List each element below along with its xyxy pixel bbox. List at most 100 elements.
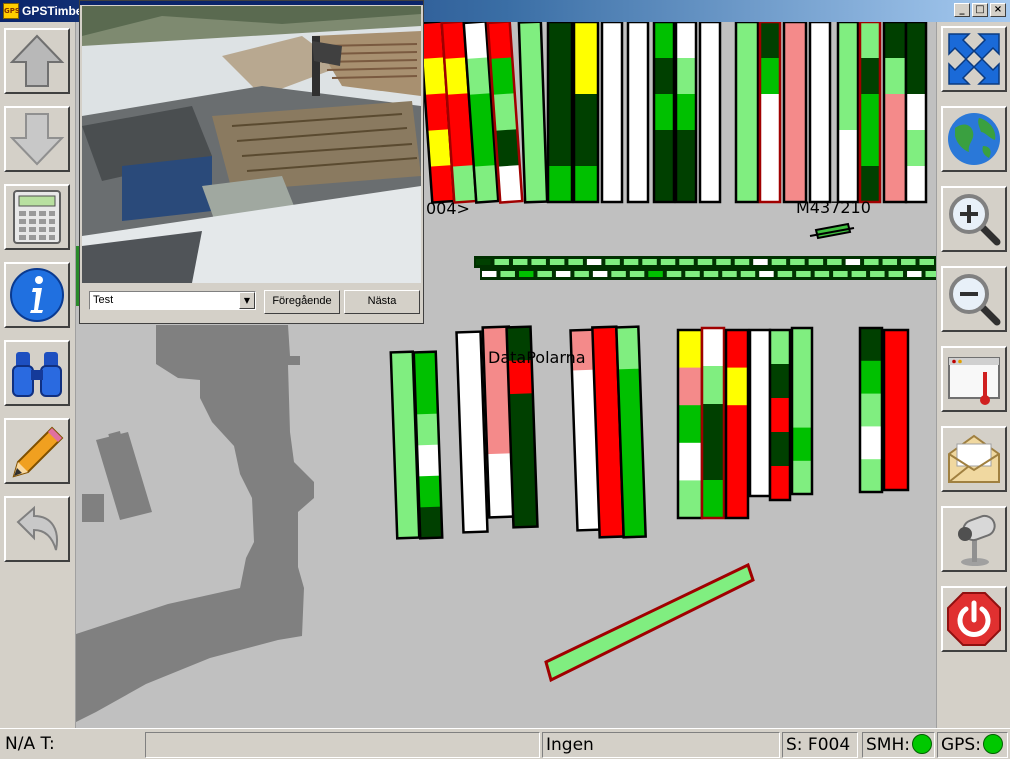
timber-stack[interactable] <box>572 22 600 204</box>
stack-segment <box>726 480 748 519</box>
binoculars-icon <box>12 352 62 397</box>
timber-stack[interactable] <box>734 22 760 204</box>
search-button[interactable] <box>4 340 70 406</box>
stack-segment <box>838 58 858 95</box>
maximize-button[interactable]: □ <box>972 3 988 17</box>
previous-button[interactable]: Föregående <box>264 290 340 314</box>
exit-button[interactable] <box>941 586 1007 652</box>
timber-stack-diagonal[interactable] <box>544 562 755 683</box>
stack-segment <box>602 166 622 203</box>
timber-stack[interactable] <box>748 328 772 498</box>
timber-stack[interactable] <box>858 326 884 494</box>
timber-stack[interactable] <box>626 22 650 204</box>
timber-stacks[interactable] <box>389 22 928 540</box>
timber-stack[interactable] <box>808 22 832 204</box>
stack-row-segment <box>722 271 737 277</box>
next-button[interactable]: Nästa <box>344 290 420 314</box>
stack-segment <box>678 442 702 481</box>
stack-segment <box>617 368 642 412</box>
timber-stack[interactable] <box>882 22 908 204</box>
stack-row-segment <box>851 271 867 277</box>
close-button[interactable]: × <box>990 3 1006 17</box>
timber-stack[interactable] <box>676 328 704 520</box>
stack-row-segment <box>476 259 491 265</box>
stack-segment <box>906 22 926 59</box>
stack-segment <box>770 398 790 433</box>
window-title: GPSTimbe <box>22 4 83 18</box>
timber-stack[interactable] <box>858 22 882 204</box>
stack-segment <box>784 130 806 167</box>
stack-segment <box>726 330 748 369</box>
stack-segment <box>884 58 906 95</box>
zoom-in-button[interactable] <box>941 186 1007 252</box>
stack-segment <box>593 368 620 412</box>
stack-segment <box>466 57 491 96</box>
world-view-button[interactable] <box>941 106 1007 172</box>
stack-segment <box>418 475 442 508</box>
stack-segment <box>598 494 624 538</box>
stack-segment <box>884 166 906 203</box>
stack-segment <box>602 58 622 95</box>
stack-segment <box>700 22 720 59</box>
edit-button[interactable] <box>4 418 70 484</box>
stack-segment <box>429 165 455 204</box>
scroll-up-button[interactable] <box>4 28 70 94</box>
camera-popup[interactable]: Test ▼ Föregående Nästa <box>79 0 424 324</box>
timber-stack[interactable] <box>768 328 792 502</box>
stack-segment <box>449 129 474 168</box>
stack-segment <box>792 427 812 462</box>
scroll-down-button[interactable] <box>4 106 70 172</box>
stack-segment <box>676 22 696 59</box>
chevron-down-icon[interactable]: ▼ <box>239 292 255 309</box>
stack-row-segment <box>611 271 626 277</box>
info-button[interactable] <box>4 262 70 328</box>
stack-row-segment <box>660 259 676 265</box>
stack-segment <box>417 444 441 477</box>
stack-row-segment <box>605 259 620 265</box>
stack-segment <box>760 22 780 59</box>
stack-segment <box>490 57 515 96</box>
undo-arrow-icon <box>16 505 58 551</box>
stack-row-segment <box>870 271 885 277</box>
stack-row-segment <box>642 259 657 265</box>
timber-stack-horizontal[interactable] <box>474 256 936 280</box>
messages-button[interactable] <box>941 426 1007 492</box>
stack-segment <box>446 93 472 132</box>
undo-button[interactable] <box>4 496 70 562</box>
stack-segment <box>884 394 908 427</box>
timber-stack[interactable] <box>724 328 750 520</box>
timber-stack[interactable] <box>904 22 928 204</box>
timber-stack[interactable] <box>652 22 676 204</box>
stack-segment <box>678 367 702 406</box>
zoom-out-button[interactable] <box>941 266 1007 332</box>
timber-stack[interactable] <box>836 22 860 204</box>
stack-segment <box>884 426 908 459</box>
timber-stack[interactable] <box>517 22 549 204</box>
timber-stack[interactable] <box>882 328 910 492</box>
stack-segment <box>456 331 482 373</box>
minimize-button[interactable]: _ <box>954 3 970 17</box>
timber-stack[interactable] <box>600 22 624 204</box>
stack-segment <box>760 166 780 203</box>
stack-segment <box>676 166 696 203</box>
stack-segment <box>548 166 572 203</box>
timber-stack[interactable] <box>790 326 814 496</box>
timber-stack[interactable] <box>782 22 808 204</box>
fit-view-button[interactable] <box>941 26 1007 92</box>
stack-segment <box>548 22 572 59</box>
timber-stack[interactable] <box>758 22 782 204</box>
calculator-button[interactable] <box>4 184 70 250</box>
stack-segment <box>511 459 537 495</box>
stack-segment <box>654 58 674 95</box>
window-button[interactable] <box>941 346 1007 412</box>
marker-label: M437210 <box>796 198 871 217</box>
camera-button[interactable] <box>941 506 1007 572</box>
timber-stack[interactable] <box>698 22 722 204</box>
stack-row-segment <box>827 259 842 265</box>
stack-segment <box>770 432 790 467</box>
timber-stack[interactable] <box>674 22 698 204</box>
camera-select[interactable]: Test ▼ <box>89 291 256 310</box>
timber-stack[interactable] <box>546 22 574 204</box>
window-thermometer-icon <box>948 357 1000 405</box>
timber-stack[interactable] <box>700 326 726 520</box>
